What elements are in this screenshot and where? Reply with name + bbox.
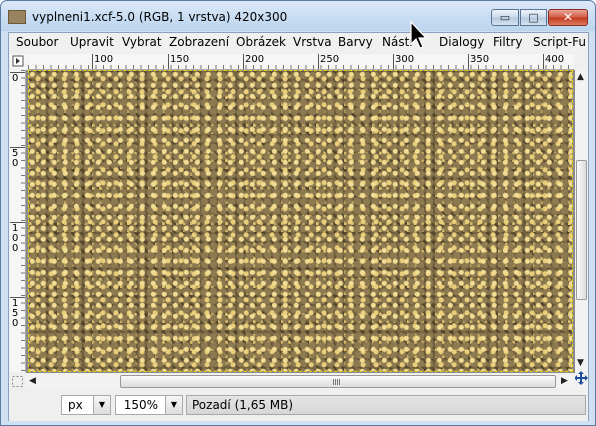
status-text: Pozadí (1,65 MB) [192, 398, 294, 412]
ruler-minor-ticks [28, 65, 574, 69]
ruler-label: 100 [94, 54, 114, 65]
scroll-right-icon[interactable]: ▶ [561, 376, 568, 386]
menu-vrstva[interactable]: Vrstva [293, 35, 332, 49]
menu-zobrazeni[interactable]: Zobrazení [169, 35, 229, 49]
maximize-button[interactable]: □ [520, 9, 547, 26]
ruler-label: 250 [320, 54, 340, 65]
menu-bar: Soubor Upravit Vybrat Zobrazení Obrázek … [9, 33, 588, 52]
ruler-label: 400 [545, 54, 565, 65]
scroll-up-icon[interactable]: ▲ [577, 72, 584, 82]
zoom-value: 150% [123, 398, 158, 412]
scroll-left-icon[interactable]: ◀ [29, 376, 36, 386]
scroll-grip [333, 379, 340, 385]
horizontal-scrollbar[interactable]: ◀ ▶ [26, 374, 575, 389]
menu-filtry[interactable]: Filtry [493, 35, 522, 49]
menu-vybrat[interactable]: Vybrat [122, 35, 162, 49]
canvas-area[interactable] [26, 70, 575, 373]
ruler-label: 5 0 [12, 148, 19, 169]
app-icon [8, 10, 26, 24]
ruler-label: 350 [470, 54, 490, 65]
vertical-scroll-thumb[interactable] [576, 160, 587, 300]
ruler-minor-ticks [21, 70, 25, 372]
quick-mask-icon [12, 376, 23, 387]
client-area: Soubor Upravit Vybrat Zobrazení Obrázek … [8, 32, 589, 421]
ruler-label: 300 [395, 54, 415, 65]
minimize-icon: ▭ [499, 11, 511, 24]
horizontal-ruler[interactable]: 100 150 200 250 300 350 400 [28, 54, 574, 70]
window-title: vyplneni1.xcf-5.0 (RGB, 1 vrstva) 420x30… [32, 10, 288, 24]
close-icon: ✕ [562, 10, 574, 24]
chevron-down-icon[interactable]: ▼ [93, 396, 110, 414]
horizontal-scroll-thumb[interactable] [120, 375, 556, 388]
title-bar[interactable]: vyplneni1.xcf-5.0 (RGB, 1 vrstva) 420x30… [1, 1, 595, 32]
menu-nav-button[interactable] [10, 54, 27, 69]
menu-obrazek[interactable]: Obrázek [236, 35, 286, 49]
navigate-icon [574, 371, 588, 385]
chevron-down-icon[interactable]: ▼ [165, 396, 182, 414]
status-bar: px ▼ 150% ▼ Pozadí (1,65 MB) [9, 391, 588, 421]
quick-mask-button[interactable] [11, 375, 24, 388]
zoom-combo[interactable]: 150% ▼ [115, 395, 183, 415]
menu-soubor[interactable]: Soubor [16, 35, 58, 49]
menu-script-fu[interactable]: Script-Fu [533, 35, 586, 49]
vertical-ruler[interactable]: 0 5 0 1 0 0 1 5 0 [10, 70, 26, 372]
minimize-button[interactable]: ▭ [491, 9, 519, 26]
menu-dialogy[interactable]: Dialogy [439, 35, 484, 49]
image-canvas[interactable] [28, 70, 573, 372]
ruler-label: 0 [12, 73, 19, 84]
menu-nav-icon [12, 55, 24, 67]
ruler-label: 1 5 0 [12, 298, 19, 329]
ruler-label: 200 [245, 54, 265, 65]
scroll-down-icon[interactable]: ▼ [577, 358, 584, 368]
menu-barvy[interactable]: Barvy [338, 35, 373, 49]
maximize-icon: □ [528, 11, 539, 24]
image-window: vyplneni1.xcf-5.0 (RGB, 1 vrstva) 420x30… [0, 0, 596, 426]
ruler-label: 150 [170, 54, 190, 65]
mouse-cursor-icon [410, 21, 428, 49]
unit-value: px [68, 398, 83, 412]
ruler-label: 1 0 0 [12, 223, 19, 254]
close-button[interactable]: ✕ [548, 9, 588, 26]
status-message: Pozadí (1,65 MB) [186, 395, 586, 415]
navigate-button[interactable] [574, 371, 588, 385]
menu-upravit[interactable]: Upravit [70, 35, 114, 49]
vertical-scrollbar[interactable]: ▲ ▼ [574, 70, 588, 402]
unit-select[interactable]: px ▼ [61, 395, 111, 415]
